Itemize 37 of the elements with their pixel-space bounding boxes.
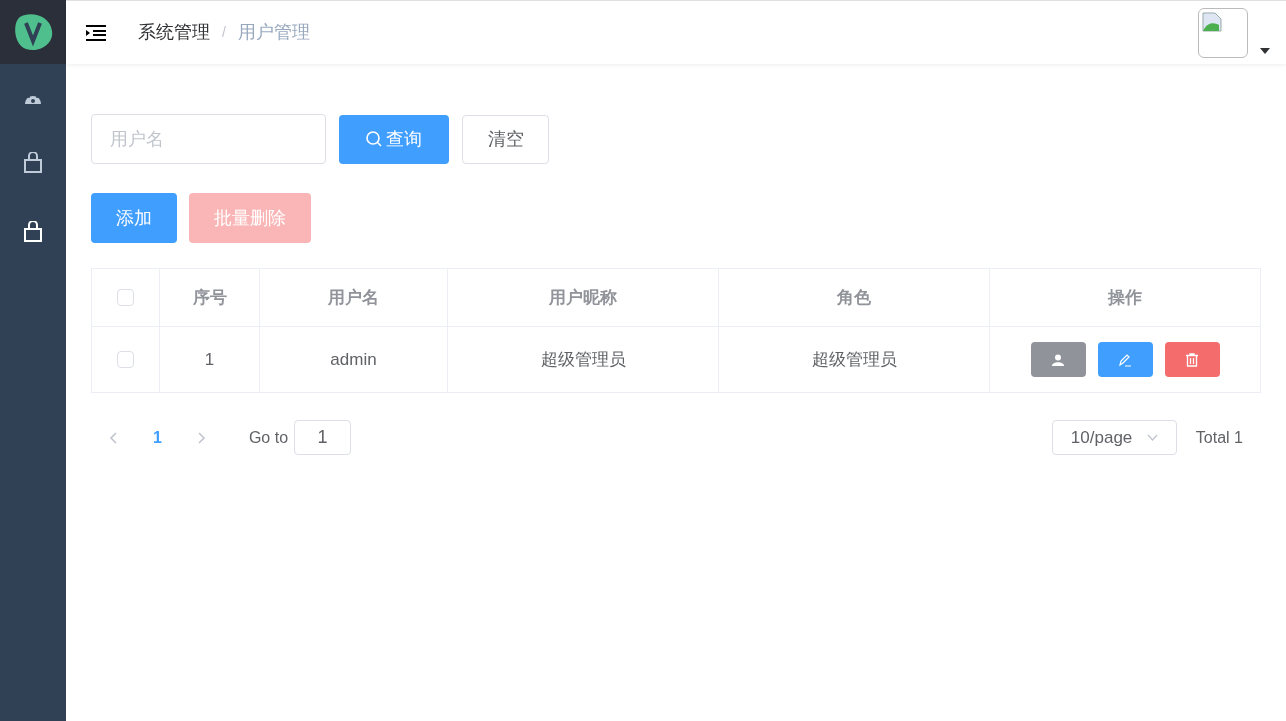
column-header: 操作 [1108, 286, 1142, 309]
shopping-bag-icon[interactable] [23, 152, 43, 174]
username-field[interactable]: 用户名 [91, 114, 326, 164]
caret-icon[interactable] [1260, 47, 1270, 54]
chevron-down-icon [1146, 434, 1158, 441]
total-count: Total 1 [1195, 427, 1243, 448]
page-jump-field[interactable]: 1 [294, 420, 352, 455]
search-icon [366, 131, 382, 147]
breadcrumb-separator: / [222, 23, 226, 42]
next-page-icon[interactable] [197, 431, 206, 444]
goto-label: Go to [248, 427, 289, 448]
select-all-checkbox[interactable] [117, 289, 134, 306]
trash-icon [1186, 352, 1198, 367]
shopping-bag-icon[interactable] [23, 221, 43, 243]
column-header: 角色 [837, 286, 871, 309]
user-icon [1052, 353, 1064, 366]
delete-button[interactable] [1164, 342, 1220, 377]
broken-image-icon [1202, 11, 1222, 32]
role-button[interactable] [1030, 342, 1086, 377]
table-cell-text: admin [330, 348, 377, 371]
pencil-icon [1118, 352, 1132, 367]
logo-icon [12, 11, 54, 53]
breadcrumb-item[interactable]: 系统管理 [138, 19, 210, 46]
column-header: 序号 [192, 286, 227, 309]
table-cell-text: 超级管理员 [811, 348, 897, 371]
row-checkbox[interactable] [117, 351, 134, 368]
table-cell-text: 超级管理员 [540, 348, 626, 371]
menu-toggle-icon[interactable] [86, 24, 106, 41]
column-header: 用户昵称 [549, 286, 617, 309]
previous-page-icon[interactable] [109, 431, 117, 444]
clear-button[interactable]: 清空 [462, 114, 549, 164]
avatar[interactable] [1198, 7, 1248, 58]
edit-button[interactable] [1097, 342, 1153, 377]
column-header: 用户名 [328, 286, 379, 309]
breadcrumb-item: 用户管理 [237, 21, 310, 44]
table-cell-text: 1 [204, 348, 215, 371]
page-size-select[interactable]: 10/page [1051, 420, 1177, 455]
